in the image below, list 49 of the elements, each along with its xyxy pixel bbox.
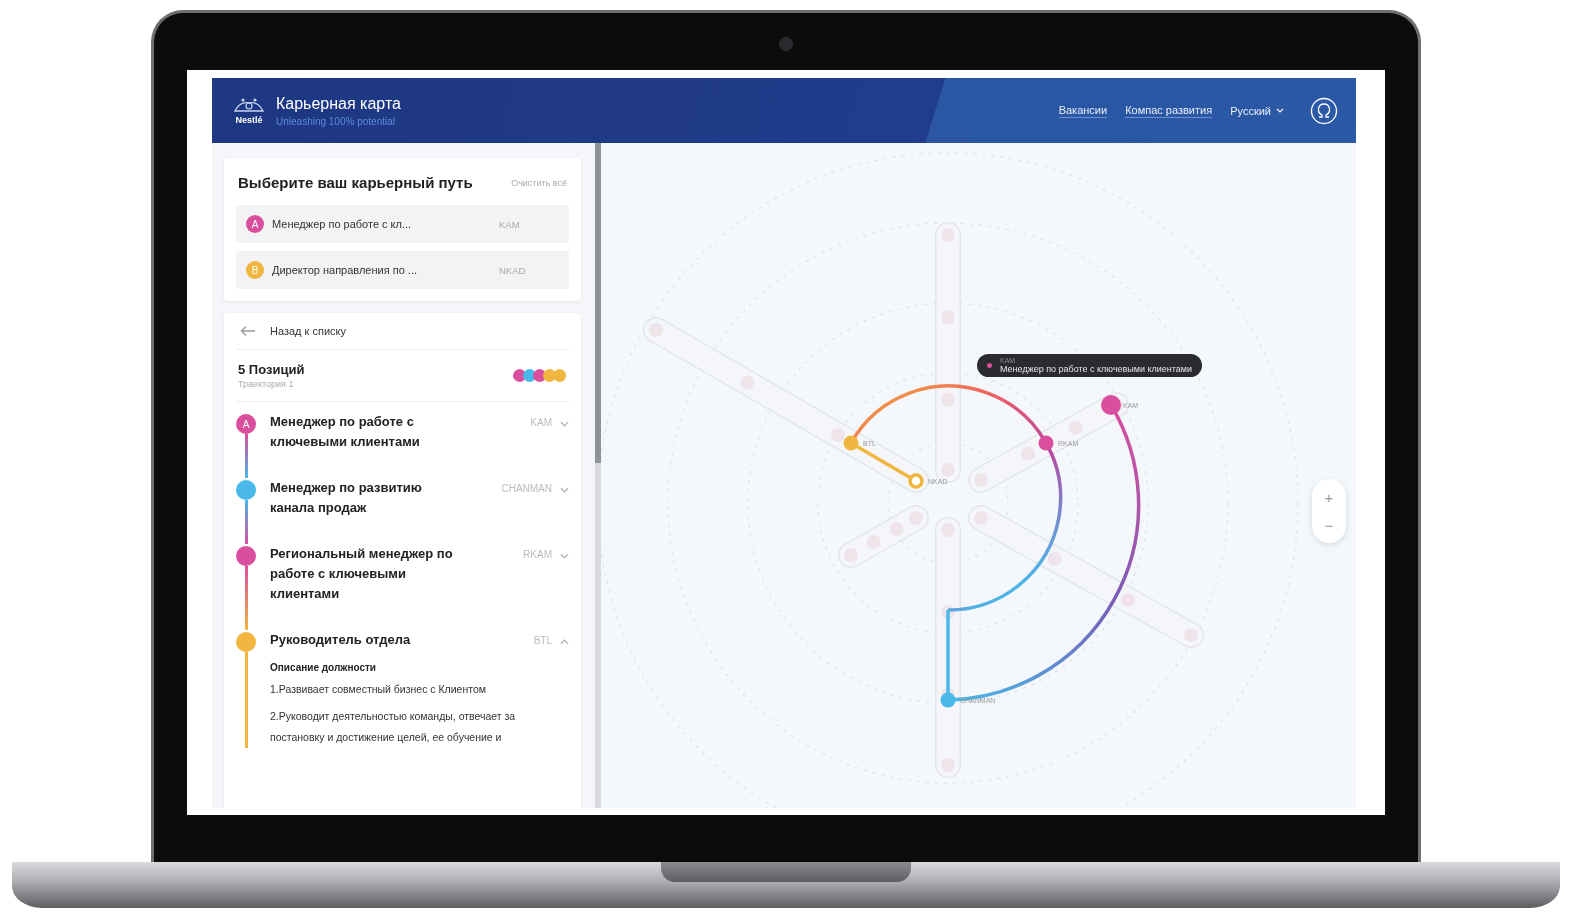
- language-dropdown[interactable]: Русский: [1230, 104, 1284, 117]
- card-title: Выберите ваш карьерный путь: [238, 174, 473, 191]
- description-heading: Описание должности: [270, 662, 377, 673]
- app-title: Карьерная карта: [276, 94, 401, 113]
- position-title: Менеджер по работе с ключевыми клиентами: [270, 413, 421, 451]
- position-code: CHANMAN: [501, 483, 553, 494]
- position-code: RKAM: [523, 549, 553, 560]
- position-code: KAM: [530, 417, 553, 428]
- trajectory-label: Траектория 1: [238, 379, 295, 389]
- position-code: BTL: [533, 635, 553, 646]
- scrollbar[interactable]: [595, 143, 601, 808]
- back-arrow-icon: [240, 325, 256, 337]
- position-name: Менеджер по работе с кл...: [272, 218, 413, 230]
- path-letter-badge: A: [246, 215, 264, 233]
- back-to-list-button[interactable]: Назад к списку: [236, 313, 569, 350]
- position-title: Региональный менеджер по работе с ключевыми клиентами: [270, 545, 454, 603]
- timeline-line: [244, 566, 248, 630]
- path-letter-badge: B: [246, 261, 264, 279]
- nest-logo-icon: [232, 96, 266, 115]
- path-node[interactable]: [1101, 395, 1121, 415]
- position-row[interactable]: Менеджер по развитию канала продаж CHANMAN: [270, 478, 569, 544]
- logo-wordmark: Nestlé: [235, 114, 263, 125]
- app-tagline: Unleashing 100% potential: [276, 115, 396, 127]
- timeline-dot: A: [236, 414, 256, 434]
- position-name: Директор направления по ...: [272, 264, 418, 276]
- tooltip-title: Менеджер по работе с ключевыми клиентами: [1000, 364, 1193, 374]
- caret-icon: [1276, 108, 1284, 113]
- nav-link[interactable]: Вакансии: [1058, 103, 1108, 118]
- positions-count: 5 Позиций: [238, 362, 305, 377]
- position-code: KAM: [499, 218, 521, 230]
- path-node[interactable]: [1038, 435, 1054, 451]
- description-text: 2.Руководит деятельностью команды, отвечает за постановку и достижение целей, ее обучение и: [270, 709, 517, 745]
- path-choice-item[interactable]: A Менеджер по работе с кл... KAM: [236, 205, 569, 243]
- path-choice-item[interactable]: B Директор направления по ... NKAD: [236, 251, 569, 289]
- timeline-line: [244, 434, 248, 478]
- position-row[interactable]: Менеджер по работе с ключевыми клиентами KAM: [270, 412, 569, 478]
- camera-dot: [779, 37, 793, 51]
- path-node[interactable]: [908, 473, 924, 489]
- path-node[interactable]: [940, 692, 956, 708]
- user-account-icon[interactable]: [1310, 96, 1338, 125]
- path-node[interactable]: [843, 435, 859, 451]
- position-title: Руководитель отдела: [270, 631, 412, 649]
- nav-link[interactable]: Компас развития: [1125, 103, 1213, 118]
- timeline-line: [244, 500, 248, 544]
- position-title: Менеджер по развитию канала продаж: [270, 479, 423, 517]
- description-text: 1.Развивает совместный бизнес с Клиентом: [270, 682, 487, 697]
- position-row[interactable]: Региональный менеджер по работе с ключевыми клиентами RKAM: [270, 544, 569, 630]
- position-code: NKAD: [499, 264, 527, 276]
- position-row[interactable]: Руководитель отдела BTL: [270, 630, 569, 662]
